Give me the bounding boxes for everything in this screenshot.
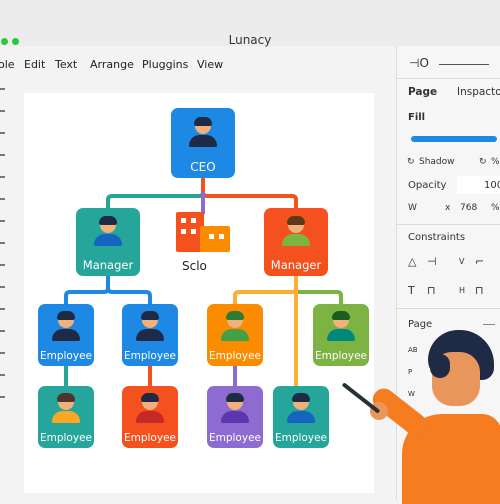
employee-label: Employee <box>274 432 327 444</box>
v-label: V <box>459 257 465 266</box>
person-avatar-icon <box>221 311 249 341</box>
opacity-label: Opacity <box>408 180 447 191</box>
divider <box>397 308 500 309</box>
ceo-label: CEO <box>190 160 216 174</box>
fill-label: Fill <box>408 112 426 123</box>
manager-left-label: Manager <box>82 258 134 272</box>
pin-top-icon[interactable]: T <box>408 284 415 297</box>
employee-card[interactable]: Employee <box>207 386 263 448</box>
manager-right-label: Manager <box>270 258 322 272</box>
tab-page[interactable]: Page <box>408 86 437 98</box>
rotate-icon[interactable]: ↻ <box>479 157 487 167</box>
pin-corner-icon[interactable]: ⌐ <box>475 255 484 268</box>
width-value[interactable]: 768 <box>460 203 477 213</box>
person-avatar-icon <box>287 393 315 423</box>
opacity-value: 100 <box>484 180 500 191</box>
manager-card-right[interactable]: Manager <box>264 208 328 276</box>
align-top-icon[interactable]: △ <box>408 255 416 268</box>
employee-label: Employee <box>39 432 92 444</box>
refresh-icon[interactable]: ↻ <box>407 157 415 167</box>
x-label: x <box>445 203 451 213</box>
person-avatar-icon <box>221 393 249 423</box>
ceo-card[interactable]: CEO <box>171 108 235 178</box>
person-avatar-icon <box>282 216 310 246</box>
pin-side-icon[interactable]: ⊓ <box>475 284 484 297</box>
person-avatar-icon <box>189 117 217 147</box>
fill-color-bar[interactable] <box>411 136 497 142</box>
manager-card-left[interactable]: Manager <box>76 208 140 276</box>
employee-card[interactable]: Employee <box>122 304 178 366</box>
pin-left-icon[interactable]: ⊣ <box>427 255 437 268</box>
shadow-label: Shadow <box>419 157 455 167</box>
width-unit: % <box>491 203 500 213</box>
tab-inspector[interactable]: Inspactor <box>457 86 500 98</box>
employee-label: Employee <box>123 350 176 362</box>
toolbar-symbol[interactable]: ⊣O <box>409 56 429 70</box>
constraints-label: Constraints <box>408 232 466 243</box>
building-icon <box>176 212 230 252</box>
employee-label: Employee <box>123 432 176 444</box>
shadow-percent: % <box>491 157 500 167</box>
divider <box>439 64 489 65</box>
pin-box-icon[interactable]: ⊓ <box>427 284 436 297</box>
employee-card[interactable]: Employee <box>207 304 263 366</box>
divider <box>397 224 500 225</box>
divider <box>397 78 500 79</box>
person-avatar-icon <box>327 311 355 341</box>
designer-illustration <box>341 330 500 504</box>
employee-label: Employee <box>39 350 92 362</box>
person-avatar-icon <box>136 393 164 423</box>
width-label: W <box>408 203 417 213</box>
page-section-label: Page <box>408 319 433 330</box>
employee-card[interactable]: Employee <box>122 386 178 448</box>
person-avatar-icon <box>52 393 80 423</box>
employee-label: Employee <box>208 432 261 444</box>
collapse-icon[interactable] <box>483 324 495 325</box>
employee-card[interactable]: Employee <box>38 386 94 448</box>
h-label: H <box>459 286 466 295</box>
employee-label: Employee <box>208 350 261 362</box>
employee-card[interactable]: Employee <box>38 304 94 366</box>
middle-label: Sclo <box>182 259 207 273</box>
person-avatar-icon <box>136 311 164 341</box>
person-avatar-icon <box>52 311 80 341</box>
person-avatar-icon <box>94 216 122 246</box>
employee-card[interactable]: Employee <box>273 386 329 448</box>
